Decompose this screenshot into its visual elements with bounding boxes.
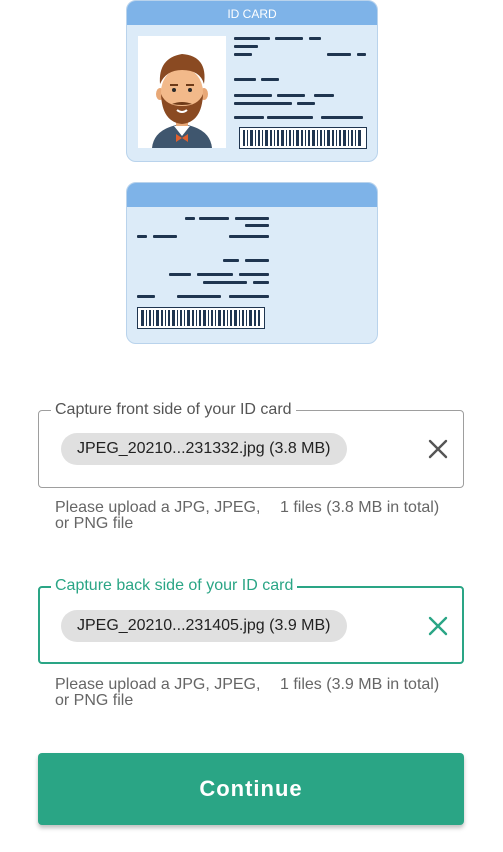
back-helper-count: 1 files (3.9 MB in total) bbox=[280, 676, 440, 693]
barcode bbox=[137, 307, 265, 329]
front-clear-button[interactable] bbox=[425, 436, 451, 462]
back-id-upload-field[interactable]: Capture back side of your ID card JPEG_2… bbox=[38, 575, 464, 664]
close-icon bbox=[428, 439, 448, 459]
front-upload-label: Capture front side of your ID card bbox=[51, 399, 296, 421]
back-helper-format: Please upload a JPG, JPEG, or PNG file bbox=[55, 676, 261, 709]
front-file-chip[interactable]: JPEG_20210...231332.jpg (3.8 MB) bbox=[61, 433, 347, 465]
close-icon bbox=[428, 616, 448, 636]
front-id-upload-field[interactable]: Capture front side of your ID card JPEG_… bbox=[38, 399, 464, 488]
front-helper-count: 1 files (3.8 MB in total) bbox=[280, 499, 440, 516]
back-upload-label: Capture back side of your ID card bbox=[51, 575, 298, 597]
barcode bbox=[239, 127, 367, 149]
id-card-front-illustration: ID CARD bbox=[126, 0, 378, 162]
back-clear-button[interactable] bbox=[425, 613, 451, 639]
front-helper-format: Please upload a JPG, JPEG, or PNG file bbox=[55, 499, 261, 532]
back-file-chip[interactable]: JPEG_20210...231405.jpg (3.9 MB) bbox=[61, 610, 347, 642]
id-card-back-illustration bbox=[126, 182, 378, 344]
continue-button[interactable]: Continue bbox=[38, 753, 464, 825]
